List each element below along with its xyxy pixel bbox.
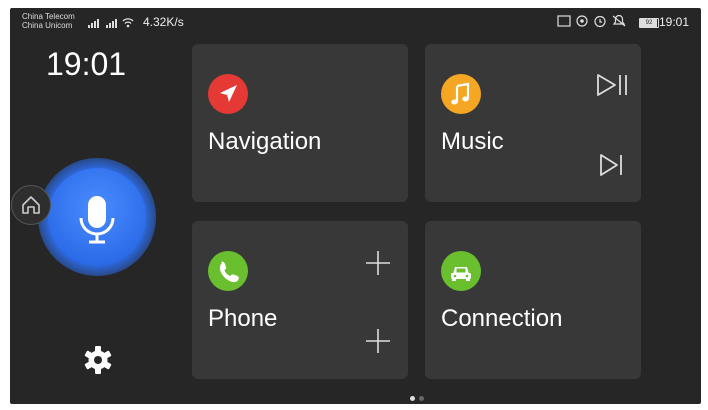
plus-icon: [366, 251, 390, 275]
carrier-names: China Telecom China Unicom: [22, 12, 75, 30]
navigation-card[interactable]: Navigation: [192, 44, 408, 202]
status-bar: China Telecom China Unicom 4.32K/s 92 19…: [10, 8, 701, 36]
connection-card[interactable]: Connection: [425, 221, 641, 379]
car-icon: [451, 267, 471, 281]
page-dot-2[interactable]: [419, 396, 424, 401]
net-speed: 4.32K/s: [143, 15, 184, 29]
phone-card[interactable]: Phone: [192, 221, 408, 379]
phone-badge: [208, 251, 248, 291]
settings-button[interactable]: [78, 340, 118, 380]
music-badge: [441, 74, 481, 114]
signal-bars-icon: [88, 18, 134, 28]
microphone-icon: [79, 196, 115, 244]
cast-icon: [557, 15, 571, 27]
battery-icon: 92: [639, 18, 659, 28]
music-card[interactable]: Music: [425, 44, 641, 202]
connection-badge: [441, 251, 481, 291]
music-label: Music: [441, 128, 504, 155]
status-icons: [557, 14, 635, 31]
home-icon: [22, 196, 40, 214]
navigation-arrow-icon: [220, 85, 237, 102]
gear-icon: [84, 346, 112, 374]
phone-handset-icon: [219, 261, 239, 283]
page-dot-1[interactable]: [410, 396, 415, 401]
carrier-1: China Telecom: [22, 12, 75, 21]
music-note-icon: [451, 82, 470, 105]
navigation-label: Navigation: [208, 128, 322, 155]
voice-assistant-button[interactable]: [48, 168, 146, 266]
phone-label: Phone: [208, 305, 278, 332]
navigation-badge: [208, 74, 248, 114]
status-time: 19:01: [658, 15, 689, 29]
carrier-2: China Unicom: [22, 21, 73, 30]
battery-level: 92: [645, 20, 653, 26]
signal-icon: [88, 17, 138, 31]
status-icons-glyphs: [557, 14, 626, 28]
sidebar-clock: 19:01: [46, 46, 127, 82]
phone-add-button-bottom[interactable]: [362, 325, 394, 357]
carplay-screen: China Telecom China Unicom 4.32K/s 92 19…: [10, 8, 701, 404]
home-button[interactable]: [11, 185, 51, 225]
next-track-button[interactable]: [593, 150, 633, 180]
play-pause-icon: [597, 74, 627, 96]
phone-add-button-top[interactable]: [362, 247, 394, 279]
mute-bell-icon: [612, 14, 626, 25]
plus-icon: [366, 329, 390, 353]
connection-label: Connection: [441, 305, 563, 332]
play-pause-button[interactable]: [593, 70, 633, 100]
skip-next-icon: [600, 154, 622, 176]
